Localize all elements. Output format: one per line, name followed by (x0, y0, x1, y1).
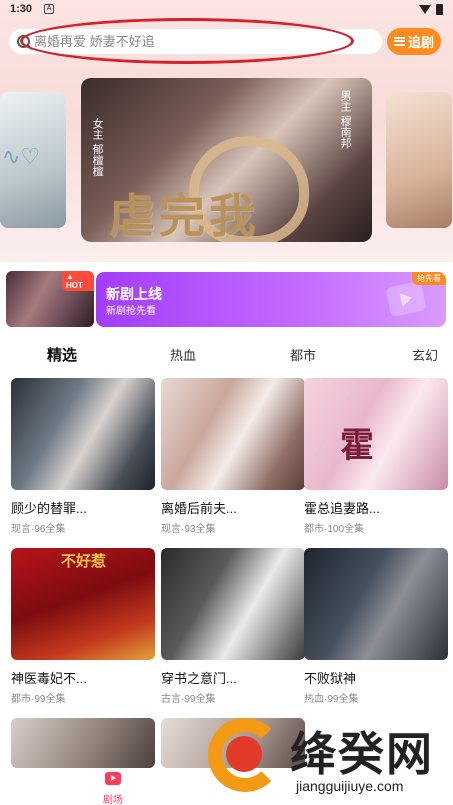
tab-urban[interactable]: 都市 (290, 345, 316, 364)
drama-card[interactable]: 不好惹 神医毒妃不... 都市·99全集 (11, 548, 155, 705)
search-icon (17, 34, 30, 48)
banner-previous[interactable]: ∿♡ (0, 92, 66, 228)
tv-play-icon (105, 772, 121, 785)
drama-meta: 古言·99全集 (161, 694, 216, 705)
heartbeat-icon: ∿♡ (2, 144, 41, 169)
drama-poster[interactable]: 霍 (304, 378, 448, 490)
new-release-promo[interactable]: ▲ HOT 新剧上线 新剧抢先看 抢先看 (6, 271, 446, 327)
battery-icon (436, 3, 443, 15)
drama-poster[interactable] (161, 718, 305, 768)
tab-action[interactable]: 热血 (170, 345, 196, 364)
drama-title: 神医毒妃不... (11, 671, 87, 686)
drama-title: 离婚后前夫... (161, 501, 237, 516)
hot-badge-label: HOT (66, 281, 83, 290)
drama-poster[interactable] (304, 548, 448, 660)
search-box[interactable] (8, 27, 383, 55)
drama-meta: 现言·96全集 (11, 524, 66, 535)
drama-meta: 热血·99全集 (304, 694, 359, 705)
drama-poster[interactable] (11, 718, 155, 768)
banner-next[interactable] (386, 92, 452, 228)
drama-title: 穿书之意门... (161, 671, 237, 686)
bottom-tab-bar: 剧场 (0, 768, 453, 805)
banner-title-art: 虐完我 (109, 189, 259, 242)
poster-title-art: 霍 (340, 426, 374, 466)
promo-title: 新剧上线 (106, 286, 162, 302)
drama-meta: 都市·100全集 (304, 524, 365, 535)
drama-card[interactable]: 穿书之意门... 古言·99全集 (161, 548, 305, 705)
flame-icon: ▲ (66, 272, 74, 281)
tab-featured[interactable]: 精选 (47, 344, 77, 365)
drama-poster[interactable] (161, 548, 305, 660)
drama-poster[interactable] (11, 378, 155, 490)
status-bar: 1:30 A (0, 0, 453, 18)
banner-role-male: 男主 穆南邦 (339, 90, 353, 149)
drama-card[interactable]: 顾少的替罪... 现言·96全集 (11, 378, 155, 535)
promo-corner-badge: 抢先看 (412, 272, 446, 285)
chase-drama-button[interactable]: 追剧 (387, 27, 441, 55)
promo-card[interactable]: 新剧上线 新剧抢先看 抢先看 (96, 272, 446, 327)
drama-meta: 都市·99全集 (11, 694, 66, 705)
tab-theater-label: 剧场 (103, 795, 123, 805)
drama-title: 霍总追妻路... (304, 501, 380, 516)
category-tabs: 精选 热血 都市 玄幻 (0, 345, 453, 365)
drama-card[interactable] (11, 718, 155, 768)
status-time: 1:30 (10, 3, 33, 15)
drama-title: 不败狱神 (304, 671, 357, 686)
promo-thumbnail[interactable]: ▲ HOT (6, 271, 94, 327)
drama-poster[interactable] (161, 378, 305, 490)
banner-role-female: 女主 郁檀檀 (91, 118, 105, 177)
tab-theater[interactable]: 剧场 (95, 772, 131, 805)
play-icon (385, 280, 427, 318)
drama-poster[interactable]: 不好惹 (11, 548, 155, 660)
banner-carousel[interactable]: ∿♡ 女主 郁檀檀 男主 穆南邦 虐完我 (0, 78, 453, 242)
chase-drama-label: 追剧 (407, 34, 434, 50)
drama-card[interactable]: 不败狱神 热血·99全集 (304, 548, 448, 705)
search-input[interactable] (34, 33, 354, 49)
wifi-icon (419, 4, 431, 14)
drama-title: 顾少的替罪... (11, 501, 87, 516)
drama-card[interactable]: 离婚后前夫... 现言·93全集 (161, 378, 305, 535)
drama-card[interactable]: 霍 霍总追妻路... 都市·100全集 (304, 378, 448, 535)
promo-subtitle: 新剧抢先看 (106, 306, 156, 317)
drama-meta: 现言·93全集 (161, 524, 216, 535)
banner-current[interactable]: 女主 郁檀檀 男主 穆南邦 虐完我 (81, 78, 372, 242)
notification-icon: A (44, 4, 55, 14)
tab-fantasy[interactable]: 玄幻 (412, 345, 438, 364)
list-icon (393, 36, 405, 46)
search-row: 追剧 (8, 27, 445, 55)
poster-title-art: 不好惹 (61, 552, 107, 570)
hot-badge: ▲ HOT (62, 271, 94, 291)
drama-card[interactable] (161, 718, 305, 768)
